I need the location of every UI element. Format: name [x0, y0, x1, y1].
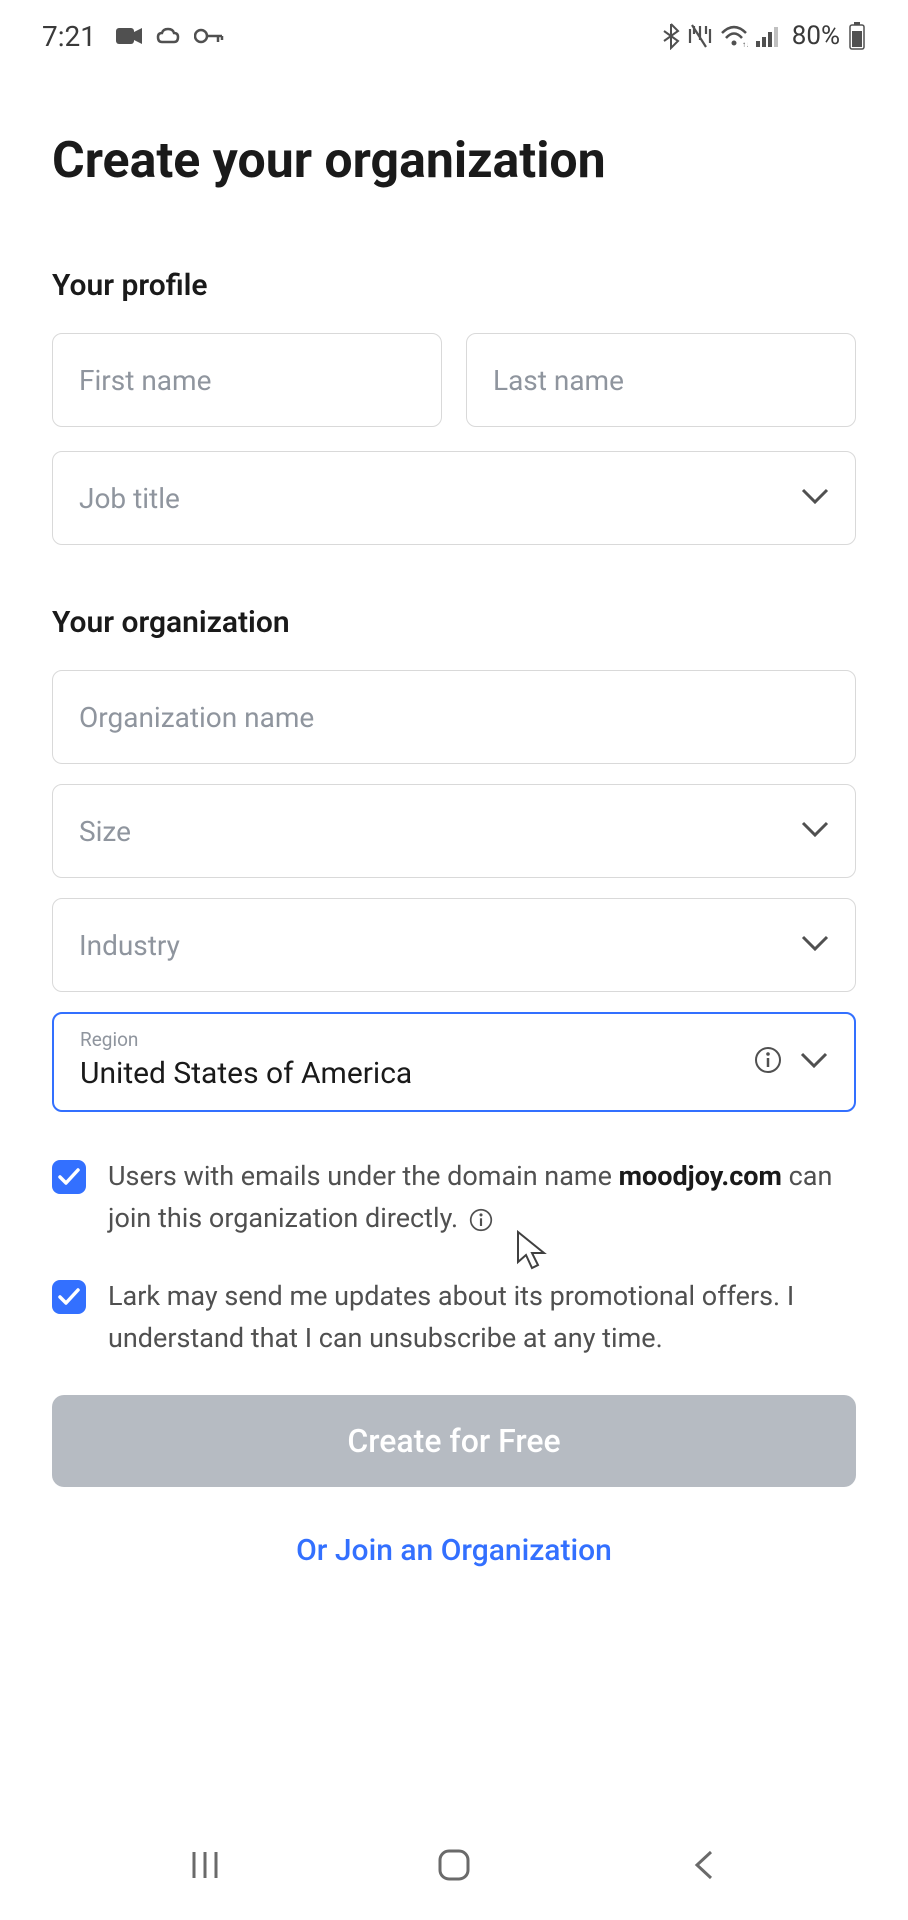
back-button[interactable]	[663, 1848, 743, 1882]
create-for-free-button[interactable]: Create for Free	[52, 1395, 856, 1487]
chevron-down-icon	[801, 488, 829, 508]
vibrate-icon	[688, 23, 712, 49]
key-icon	[194, 28, 224, 44]
region-value: United States of America	[80, 1056, 412, 1091]
domain-checkbox-row: Users with emails under the domain name …	[52, 1156, 856, 1240]
status-left: 7:21	[42, 20, 224, 53]
camera-icon	[116, 26, 144, 46]
organization-heading: Your organization	[52, 605, 856, 640]
chevron-down-icon	[801, 821, 829, 841]
region-label: Region	[80, 1028, 138, 1051]
home-button[interactable]	[414, 1847, 494, 1883]
chevron-down-icon	[800, 1052, 828, 1072]
recents-button[interactable]	[165, 1848, 245, 1882]
profile-heading: Your profile	[52, 268, 856, 303]
wifi-icon: ↑↓	[720, 25, 748, 47]
bluetooth-icon	[662, 22, 680, 50]
battery-icon	[848, 22, 866, 50]
page-title: Create your organization	[52, 132, 856, 190]
domain-checkbox[interactable]	[52, 1160, 86, 1194]
size-placeholder: Size	[79, 815, 131, 848]
main-content: Create your organization Your profile Fi…	[0, 72, 908, 1568]
signal-icon	[756, 25, 780, 47]
size-select[interactable]: Size	[52, 784, 856, 878]
status-bar: 7:21 ↑↓ 80%	[0, 0, 908, 72]
promo-checkbox-row: Lark may send me updates about its promo…	[52, 1276, 856, 1360]
organization-name-input[interactable]: Organization name	[52, 670, 856, 764]
info-icon[interactable]	[754, 1046, 782, 1078]
join-organization-link[interactable]: Or Join an Organization	[296, 1533, 612, 1568]
android-nav-bar	[0, 1810, 908, 1920]
promo-checkbox-label: Lark may send me updates about its promo…	[108, 1276, 856, 1360]
job-title-placeholder: Job title	[79, 482, 180, 515]
first-name-placeholder: First name	[79, 364, 211, 397]
cloud-icon	[156, 26, 182, 46]
job-title-select[interactable]: Job title	[52, 451, 856, 545]
last-name-placeholder: Last name	[493, 364, 624, 397]
first-name-input[interactable]: First name	[52, 333, 442, 427]
region-select[interactable]: Region United States of America	[52, 1012, 856, 1112]
svg-text:↑↓: ↑↓	[742, 40, 748, 47]
domain-checkbox-label: Users with emails under the domain name …	[108, 1156, 856, 1240]
chevron-down-icon	[801, 935, 829, 955]
battery-percent: 80%	[792, 21, 840, 51]
industry-placeholder: Industry	[79, 929, 180, 962]
last-name-input[interactable]: Last name	[466, 333, 856, 427]
promo-checkbox[interactable]	[52, 1280, 86, 1314]
status-time: 7:21	[42, 20, 96, 53]
status-right: ↑↓ 80%	[662, 21, 866, 51]
industry-select[interactable]: Industry	[52, 898, 856, 992]
info-icon[interactable]	[469, 1208, 493, 1232]
organization-name-placeholder: Organization name	[79, 701, 314, 734]
